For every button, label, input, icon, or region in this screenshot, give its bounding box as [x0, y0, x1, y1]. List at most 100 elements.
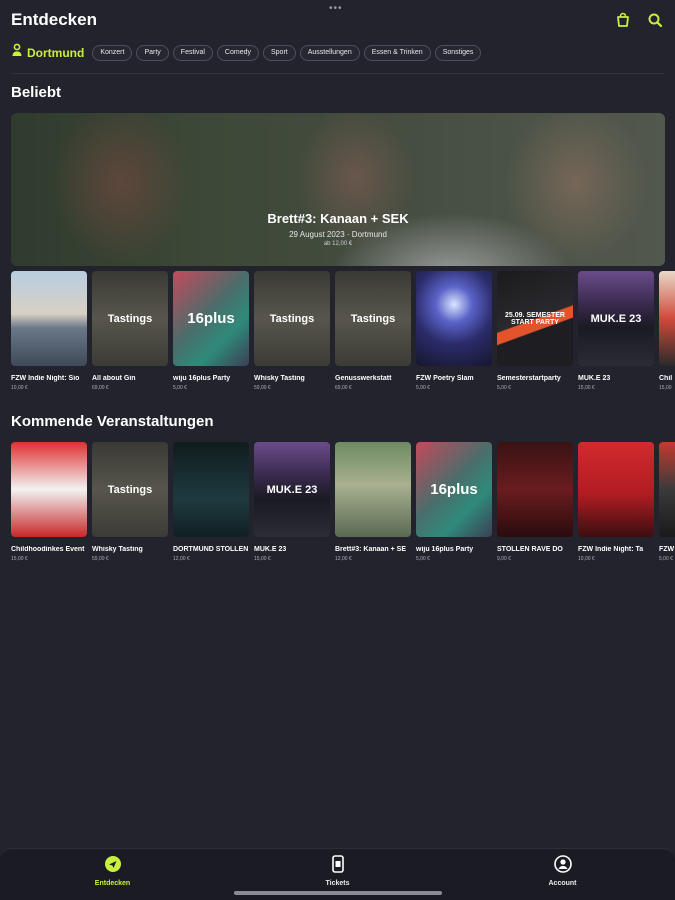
event-thumbnail: 16plus	[173, 271, 249, 366]
nav-label-entdecken: Entdecken	[94, 880, 131, 887]
filter-chip[interactable]: Sport	[263, 44, 296, 61]
filter-chip[interactable]: Comedy	[216, 44, 259, 61]
event-card[interactable]: Brett#3: Kanaan + SE 12,00 €	[335, 442, 411, 562]
event-title: Whisky Tasting	[254, 375, 305, 382]
event-title: All about Gin	[92, 375, 136, 382]
event-thumbnail	[578, 442, 654, 537]
nav-label-account: Account	[548, 880, 577, 887]
filter-chip[interactable]: Sonstiges	[434, 44, 482, 61]
banner-title: Brett#3: Kanaan + SEK	[267, 211, 409, 226]
event-thumbnail	[335, 442, 411, 537]
ticket-icon	[329, 855, 347, 873]
banner-caption: Brett#3: Kanaan + SEK 29 August 2023 · D…	[11, 211, 665, 247]
event-price: 69,00 €	[335, 385, 352, 391]
header-actions	[614, 11, 664, 29]
featured-event-banner[interactable]: Brett#3: Kanaan + SEK 29 August 2023 · D…	[11, 113, 665, 266]
event-title: FZW Indie Night: Ta	[578, 546, 644, 553]
nav-item-account[interactable]: Account	[503, 849, 623, 900]
event-price: 15,00 €	[11, 556, 28, 562]
event-title: Genusswerkstatt	[335, 375, 392, 382]
thumbnail-text: Tastings	[107, 483, 153, 496]
page-title: Entdecken	[11, 10, 97, 29]
event-thumbnail: Tastings	[92, 442, 168, 537]
nav-label-tickets: Tickets	[325, 880, 350, 887]
filter-chip[interactable]: Festival	[172, 44, 213, 61]
event-card[interactable]: FZW Indie Night: Ta 10,00 €	[578, 442, 654, 562]
section-title-upcoming: Kommende Veranstaltungen	[11, 413, 214, 430]
search-icon[interactable]	[646, 11, 664, 29]
event-thumbnail	[416, 271, 492, 366]
upcoming-events-row[interactable]: Childhoodinkes Event 15,00 € Tastings Whisk…	[11, 442, 675, 562]
thumbnail-text: Tastings	[107, 312, 153, 325]
event-price: 10,00 €	[578, 556, 595, 562]
event-price: 5,00 €	[416, 556, 430, 562]
event-price: 12,00 €	[335, 556, 352, 562]
event-title: Chil	[659, 375, 673, 382]
shopping-bag-icon[interactable]	[614, 11, 632, 29]
event-title: STOLLEN RAVE DO	[497, 546, 563, 553]
category-chips: Konzert Party Festival Comedy Sport Ausstellu…	[92, 44, 482, 61]
home-indicator[interactable]	[234, 891, 442, 895]
event-thumbnail	[659, 271, 675, 366]
event-title: MUK.E 23	[254, 546, 287, 553]
event-card[interactable]: FZW Indie Night: Sio 10,00 €	[11, 271, 87, 391]
event-card[interactable]: STOLLEN RAVE DO 9,00 €	[497, 442, 573, 562]
event-thumbnail	[497, 442, 573, 537]
event-card[interactable]: 25.09. SEMESTER START PARTY Semesterstart…	[497, 271, 573, 391]
event-card[interactable]: Tastings Genusswerkstatt 69,00 €	[335, 271, 411, 391]
event-price: 15,00 €	[254, 556, 271, 562]
event-card[interactable]: 16plus wiju 16plus Party 5,00 €	[173, 271, 249, 391]
section-title-popular: Beliebt	[11, 84, 62, 101]
thumbnail-text: MUK.E 23	[590, 312, 642, 325]
event-card[interactable]: DORTMUND STOLLEN 12,00 €	[173, 442, 249, 562]
nav-item-entdecken[interactable]: Entdecken	[53, 849, 173, 900]
banner-date-location: 29 August 2023 · Dortmund	[289, 230, 387, 239]
event-price: 5,00 €	[416, 385, 430, 391]
event-card[interactable]: Tastings Whisky Tasting 59,00 €	[92, 442, 168, 562]
event-card[interactable]: FZW 5,00 €	[659, 442, 675, 562]
event-title: Childhoodinkes Event	[11, 546, 85, 553]
event-thumbnail: Tastings	[92, 271, 168, 366]
compass-icon	[104, 855, 122, 873]
event-price: 9,00 €	[497, 556, 511, 562]
filter-bar: Dortmund Konzert Party Festival Comedy Sport…	[11, 43, 675, 62]
location-selector[interactable]: Dortmund	[11, 43, 84, 62]
event-title: MUK.E 23	[578, 375, 611, 382]
event-price: 10,00 €	[11, 385, 28, 391]
event-card[interactable]: Tastings All about Gin 69,00 €	[92, 271, 168, 391]
event-thumbnail: 16plus	[416, 442, 492, 537]
event-card[interactable]: Chil 15,00	[659, 271, 675, 391]
event-thumbnail	[11, 442, 87, 537]
event-card[interactable]: Tastings Whisky Tasting 59,00 €	[254, 271, 330, 391]
event-price: 15,00	[659, 385, 672, 391]
event-price: 59,00 €	[92, 556, 109, 562]
event-thumbnail	[659, 442, 675, 537]
event-card[interactable]: 16plus wiju 16plus Party 5,00 €	[416, 442, 492, 562]
event-title: wiju 16plus Party	[173, 375, 231, 382]
event-title: Brett#3: Kanaan + SE	[335, 546, 406, 553]
event-thumbnail: MUK.E 23	[254, 442, 330, 537]
event-thumbnail: MUK.E 23	[578, 271, 654, 366]
event-title: Semesterstartparty	[497, 375, 561, 382]
event-card[interactable]: MUK.E 23 MUK.E 23 15,00 €	[254, 442, 330, 562]
event-card[interactable]: Childhoodinkes Event 15,00 €	[11, 442, 87, 562]
event-thumbnail: 25.09. SEMESTER START PARTY	[497, 271, 573, 366]
event-price: 15,00 €	[578, 385, 595, 391]
thumbnail-text: 25.09. SEMESTER START PARTY	[505, 311, 565, 326]
event-thumbnail: Tastings	[254, 271, 330, 366]
event-card[interactable]: MUK.E 23 MUK.E 23 15,00 €	[578, 271, 654, 391]
event-title: FZW Poetry Slam	[416, 375, 474, 382]
thumbnail-text: Tastings	[350, 312, 396, 325]
thumbnail-text: MUK.E 23	[266, 483, 318, 496]
filter-chip[interactable]: Konzert	[92, 44, 133, 61]
filter-chip[interactable]: Party	[136, 44, 169, 61]
event-price: 5,00 €	[659, 556, 673, 562]
banner-price: ab 12,00 €	[323, 241, 353, 247]
location-pin-icon	[11, 43, 23, 62]
popular-events-row[interactable]: FZW Indie Night: Sio 10,00 € Tastings All a…	[11, 271, 675, 391]
filter-chip[interactable]: Essen & Trinken	[363, 44, 431, 61]
filter-chip[interactable]: Ausstellungen	[299, 44, 360, 61]
event-title: DORTMUND STOLLEN	[173, 546, 249, 553]
event-card[interactable]: FZW Poetry Slam 5,00 €	[416, 271, 492, 391]
event-price: 5,00 €	[497, 385, 511, 391]
